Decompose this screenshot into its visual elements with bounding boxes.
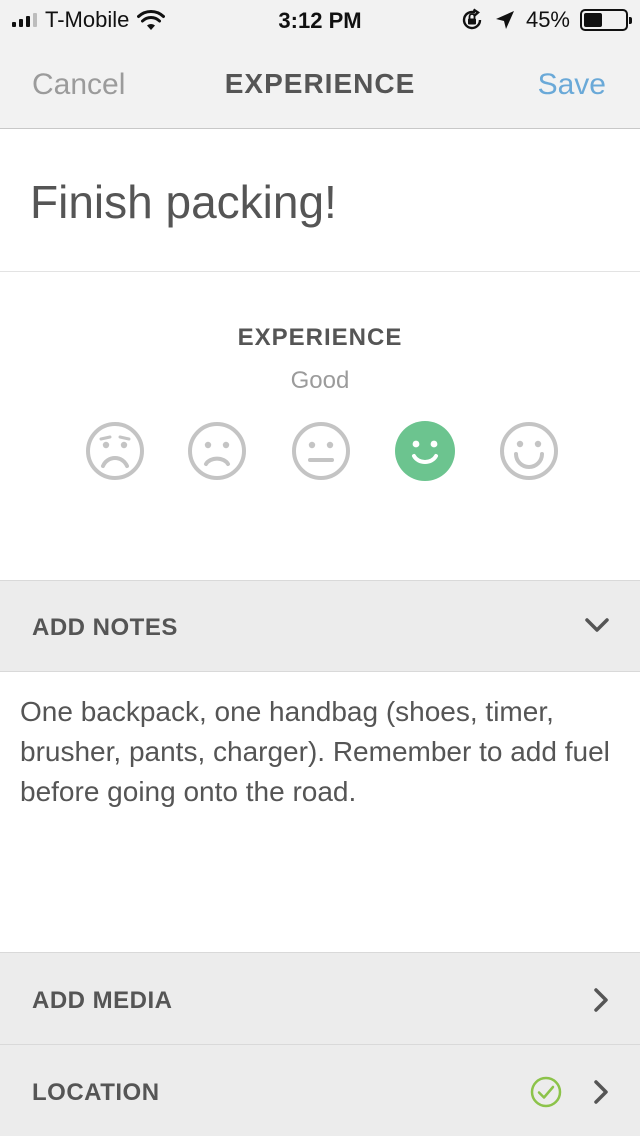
location-row[interactable]: LOCATION xyxy=(0,1044,640,1136)
add-notes-header[interactable]: ADD NOTES xyxy=(0,580,640,672)
battery-icon xyxy=(580,9,632,31)
status-left: T-Mobile xyxy=(12,7,166,33)
item-title-field[interactable]: Finish packing! xyxy=(30,175,337,229)
chevron-right-icon[interactable] xyxy=(592,1078,610,1106)
sad-face-icon[interactable] xyxy=(186,420,248,482)
very-sad-face-icon[interactable] xyxy=(84,420,146,482)
signal-icon xyxy=(12,13,37,27)
wifi-icon xyxy=(137,9,166,30)
save-button[interactable]: Save xyxy=(538,68,606,102)
location-label: LOCATION xyxy=(32,1079,160,1106)
location-arrow-icon xyxy=(495,11,514,29)
notes-area[interactable]: One backpack, one handbag (shoes, timer,… xyxy=(0,672,640,953)
very-happy-face-icon[interactable] xyxy=(498,420,560,482)
chevron-right-icon[interactable] xyxy=(592,986,610,1014)
status-bar: T-Mobile 3:12 PM 45% xyxy=(0,0,640,40)
carrier-label: T-Mobile xyxy=(45,7,130,32)
title-section: Finish packing! xyxy=(0,129,640,272)
battery-fill xyxy=(584,13,602,27)
experience-heading: EXPERIENCE xyxy=(237,324,403,351)
experience-value: Good xyxy=(290,367,350,394)
add-media-label: ADD MEDIA xyxy=(32,987,173,1014)
neutral-face-icon[interactable] xyxy=(290,420,352,482)
orientation-lock-icon xyxy=(462,8,482,30)
battery-percent: 45% xyxy=(525,7,570,32)
rating-faces xyxy=(0,420,640,482)
status-right: 45% xyxy=(460,7,632,33)
experience-section: EXPERIENCE Good xyxy=(0,272,640,580)
check-circle-icon xyxy=(530,1076,562,1108)
happy-face-icon[interactable] xyxy=(394,420,456,482)
add-media-row[interactable]: ADD MEDIA xyxy=(0,952,640,1045)
add-notes-label: ADD NOTES xyxy=(32,614,178,641)
chevron-down-icon[interactable] xyxy=(584,617,610,635)
cancel-button[interactable]: Cancel xyxy=(32,68,125,102)
notes-text[interactable]: One backpack, one handbag (shoes, timer,… xyxy=(20,692,620,812)
nav-bar: Cancel EXPERIENCE Save xyxy=(0,40,640,129)
